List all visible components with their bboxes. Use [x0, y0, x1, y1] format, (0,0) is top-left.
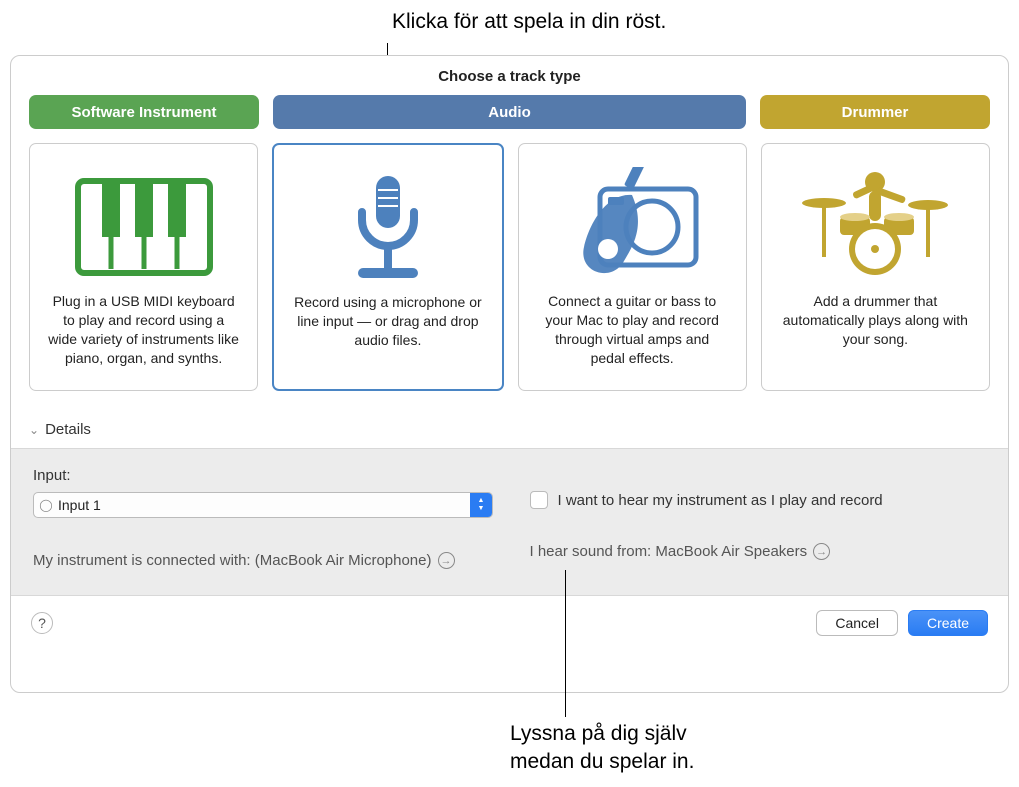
input-channel-icon: ◯ — [34, 498, 58, 512]
annotation-bottom-line2: medan du spelar in. — [510, 750, 694, 773]
output-device-row: I hear sound from: MacBook Air Speakers … — [530, 543, 987, 560]
details-right: I want to hear my instrument as I play a… — [530, 467, 987, 569]
details-left: Input: ◯ Input 1 ▲▼ My instrument is con… — [33, 467, 490, 569]
dialog-title: Choose a track type — [11, 56, 1008, 95]
instrument-connection-text: My instrument is connected with: (MacBoo… — [33, 552, 432, 569]
details-label: Details — [45, 421, 91, 438]
pill-audio: Audio — [273, 95, 746, 129]
new-track-dialog: Choose a track type Software Instrument … — [10, 55, 1009, 693]
annotation-bottom: Lyssna på dig själv medan du spelar in. — [510, 720, 694, 777]
monitoring-checkbox-label: I want to hear my instrument as I play a… — [558, 492, 883, 509]
card-audio-microphone[interactable]: Record using a microphone or line input … — [272, 143, 503, 391]
arrow-right-circle-icon[interactable]: → — [438, 552, 455, 569]
callout-line-bottom — [565, 570, 566, 717]
input-select[interactable]: ◯ Input 1 ▲▼ — [33, 492, 493, 518]
pill-software-instrument: Software Instrument — [29, 95, 259, 129]
card-drummer-desc: Add a drummer that automatically plays a… — [780, 292, 971, 349]
pill-drummer: Drummer — [760, 95, 990, 129]
monitoring-checkbox-row: I want to hear my instrument as I play a… — [530, 491, 987, 509]
drummer-icon — [790, 162, 960, 292]
annotation-bottom-line1: Lyssna på dig själv — [510, 722, 687, 745]
input-label: Input: — [33, 467, 490, 484]
piano-keys-icon — [74, 162, 214, 292]
dialog-footer: ? Cancel Create — [11, 596, 1008, 650]
track-cards: Plug in a USB MIDI keyboard to play and … — [11, 129, 1008, 391]
details-panel: Input: ◯ Input 1 ▲▼ My instrument is con… — [11, 448, 1008, 596]
card-software-desc: Plug in a USB MIDI keyboard to play and … — [48, 292, 239, 368]
card-drummer[interactable]: Add a drummer that automatically plays a… — [761, 143, 990, 391]
arrow-right-circle-icon[interactable]: → — [813, 543, 830, 560]
card-software-instrument[interactable]: Plug in a USB MIDI keyboard to play and … — [29, 143, 258, 391]
output-device-text: I hear sound from: MacBook Air Speakers — [530, 543, 808, 560]
popup-arrows-icon: ▲▼ — [470, 493, 492, 517]
chevron-down-icon: ⌄ — [29, 423, 39, 437]
input-value: Input 1 — [58, 497, 470, 513]
details-disclosure[interactable]: ⌄ Details — [11, 391, 1008, 448]
guitar-amp-icon — [552, 162, 712, 292]
annotation-top: Klicka för att spela in din röst. — [392, 10, 666, 34]
card-audio-mic-desc: Record using a microphone or line input … — [292, 293, 483, 350]
card-audio-guitar[interactable]: Connect a guitar or bass to your Mac to … — [518, 143, 747, 391]
card-audio-guitar-desc: Connect a guitar or bass to your Mac to … — [537, 292, 728, 368]
cancel-button[interactable]: Cancel — [816, 610, 898, 636]
category-pills: Software Instrument Audio Drummer — [11, 95, 1008, 129]
monitoring-checkbox[interactable] — [530, 491, 548, 509]
instrument-connection-row: My instrument is connected with: (MacBoo… — [33, 552, 490, 569]
create-button[interactable]: Create — [908, 610, 988, 636]
help-button[interactable]: ? — [31, 612, 53, 634]
microphone-icon — [328, 163, 448, 293]
